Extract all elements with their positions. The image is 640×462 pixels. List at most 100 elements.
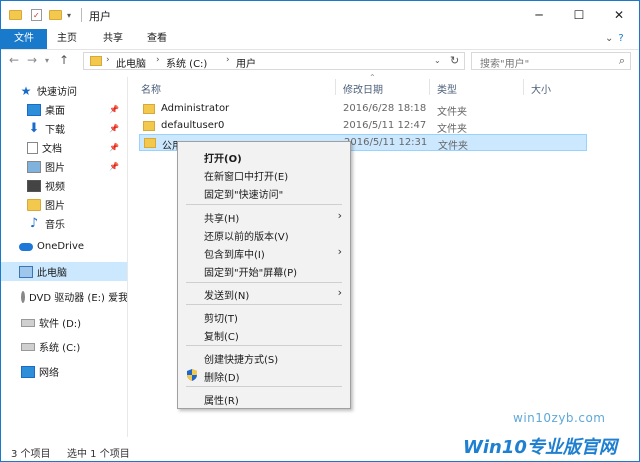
properties-icon[interactable]: ✓ [31,8,42,22]
customize-toolbar-icon[interactable]: ▾ [67,8,71,22]
drive-icon [21,342,35,351]
help-icon[interactable]: ? [615,29,627,49]
nav-item-label: 音乐 [45,220,65,231]
column-divider[interactable] [335,79,336,95]
title-bar: ✓ ▾ 用户 ─ ☐ ✕ [1,1,639,29]
menu-separator [186,282,342,283]
menu-item-label: 固定到"快速访问" [204,190,284,201]
chevron-right-icon[interactable]: › [156,55,160,65]
menu-item-label: 包含到库中(I) [204,250,265,261]
menu-item-delete[interactable]: 删除(D) [178,366,350,384]
menu-item-label: 发送到(N) [204,291,250,302]
menu-item-open-new-window[interactable]: 在新窗口中打开(E) [178,165,350,183]
menu-item-cut[interactable]: 剪切(T) [178,307,350,325]
menu-item-label: 共享(H) [204,214,240,225]
nav-item-videos[interactable]: 视频 [1,176,127,195]
search-input[interactable]: 搜索"用户" ⌕ [471,52,631,70]
menu-item-label: 固定到"开始"屏幕(P) [204,268,298,279]
column-headers: ⌃ 名称 修改日期 类型 大小 [139,73,639,96]
back-icon[interactable]: ← [9,53,19,67]
computer-icon [19,265,33,278]
folder-icon [143,104,155,114]
chevron-right-icon[interactable]: › [226,55,230,65]
nav-item-this-pc[interactable]: 此电脑 [1,262,127,281]
menu-item-restore-versions[interactable]: 还原以前的版本(V) [178,225,350,243]
tab-view[interactable]: 查看 [139,29,175,49]
nav-item-label: 快速访问 [37,87,77,98]
up-icon[interactable]: ↑ [59,53,69,67]
address-bar[interactable]: › 此电脑 › 系统 (C:) › 用户 ⌄ ↻ [83,52,465,70]
chevron-right-icon: › [337,245,342,258]
column-divider[interactable] [523,79,524,95]
folder-icon [90,56,102,66]
nav-item-downloads[interactable]: ⬇ 下载 📌 [1,119,127,138]
nav-item-label: 图片 [45,201,65,212]
nav-item-onedrive[interactable]: OneDrive [1,237,127,256]
chevron-right-icon: › [337,209,342,222]
new-folder-icon[interactable] [49,8,62,22]
title-separator [81,8,82,22]
pin-icon: 📌 [109,162,119,171]
menu-item-properties[interactable]: 属性(R) [178,389,350,407]
star-icon: ★ [20,83,32,98]
breadcrumb-this-pc[interactable]: 此电脑 [116,55,146,70]
close-button[interactable]: ✕ [599,1,639,29]
nav-item-label: OneDrive [37,241,85,252]
nav-item-drive-c[interactable]: 系统 (C:) [1,337,127,356]
menu-item-send-to[interactable]: 发送到(N) › [178,284,350,302]
refresh-icon[interactable]: ↻ [450,54,459,67]
column-name[interactable]: 名称 [141,81,161,96]
nav-item-pictures[interactable]: 图片 📌 [1,157,127,176]
column-date[interactable]: 修改日期 [343,81,383,96]
file-name: defaultuser0 [161,120,225,131]
watermark-site: win10zyb.com [513,411,606,425]
folder-icon [143,121,155,131]
menu-item-pin-start[interactable]: 固定到"开始"屏幕(P) [178,261,350,279]
menu-separator [186,386,342,387]
menu-item-include-library[interactable]: 包含到库中(I) › [178,243,350,261]
menu-item-share[interactable]: 共享(H) › [178,207,350,225]
menu-item-copy[interactable]: 复制(C) [178,325,350,343]
maximize-button[interactable]: ☐ [559,1,599,29]
column-size[interactable]: 大小 [531,81,551,96]
nav-item-desktop[interactable]: 桌面 📌 [1,100,127,119]
pictures-icon [27,160,41,173]
menu-item-pin-quick-access[interactable]: 固定到"快速访问" [178,183,350,201]
nav-item-label: DVD 驱动器 (E:) 爱我 [29,293,127,304]
nav-item-drive-d[interactable]: 软件 (D:) [1,313,127,332]
tab-file[interactable]: 文件 [1,29,47,49]
list-item[interactable]: Administrator 2016/6/28 18:18 文件夹 [139,101,587,118]
tab-share[interactable]: 共享 [95,29,131,49]
minimize-button[interactable]: ─ [519,1,559,29]
menu-item-label: 删除(D) [204,373,240,384]
recent-locations-icon[interactable]: ▾ [45,56,49,65]
forward-icon[interactable]: → [27,53,37,67]
menu-item-label: 创建快捷方式(S) [204,355,279,366]
menu-item-open[interactable]: 打开(O) [178,147,350,165]
menu-separator [186,204,342,205]
nav-item-label: 此电脑 [37,268,67,279]
menu-item-create-shortcut[interactable]: 创建快捷方式(S) [178,348,350,366]
file-type: 文件夹 [438,141,468,152]
nav-item-pictures-folder[interactable]: 图片 [1,195,127,214]
nav-item-dvd-drive[interactable]: DVD 驱动器 (E:) 爱我 [1,287,127,306]
folder-icon [9,8,22,22]
search-placeholder: 搜索"用户" [480,59,530,70]
tab-home[interactable]: 主页 [49,29,85,49]
menu-item-label: 剪切(T) [204,314,238,325]
file-type: 文件夹 [437,124,467,135]
nav-item-music[interactable]: ♪ 音乐 [1,214,127,233]
breadcrumb-system-c[interactable]: 系统 (C:) [166,55,207,70]
status-selected-count: 选中 1 个项目 [67,449,130,460]
column-type[interactable]: 类型 [437,81,457,96]
chevron-down-icon[interactable]: ⌄ [434,56,441,65]
chevron-right-icon[interactable]: › [106,55,110,65]
nav-item-network[interactable]: 网络 [1,362,127,381]
nav-item-documents[interactable]: 文档 📌 [1,138,127,157]
nav-item-label: 文档 [42,144,62,155]
nav-item-quick-access[interactable]: ★ 快速访问 [1,81,127,100]
breadcrumb-users[interactable]: 用户 [236,55,256,70]
navigation-pane: ★ 快速访问 桌面 📌 ⬇ 下载 📌 文档 📌 图片 📌 视频 图片 ♪ 音乐 … [1,77,128,437]
list-item[interactable]: defaultuser0 2016/5/11 12:47 文件夹 [139,118,587,135]
column-divider[interactable] [429,79,430,95]
